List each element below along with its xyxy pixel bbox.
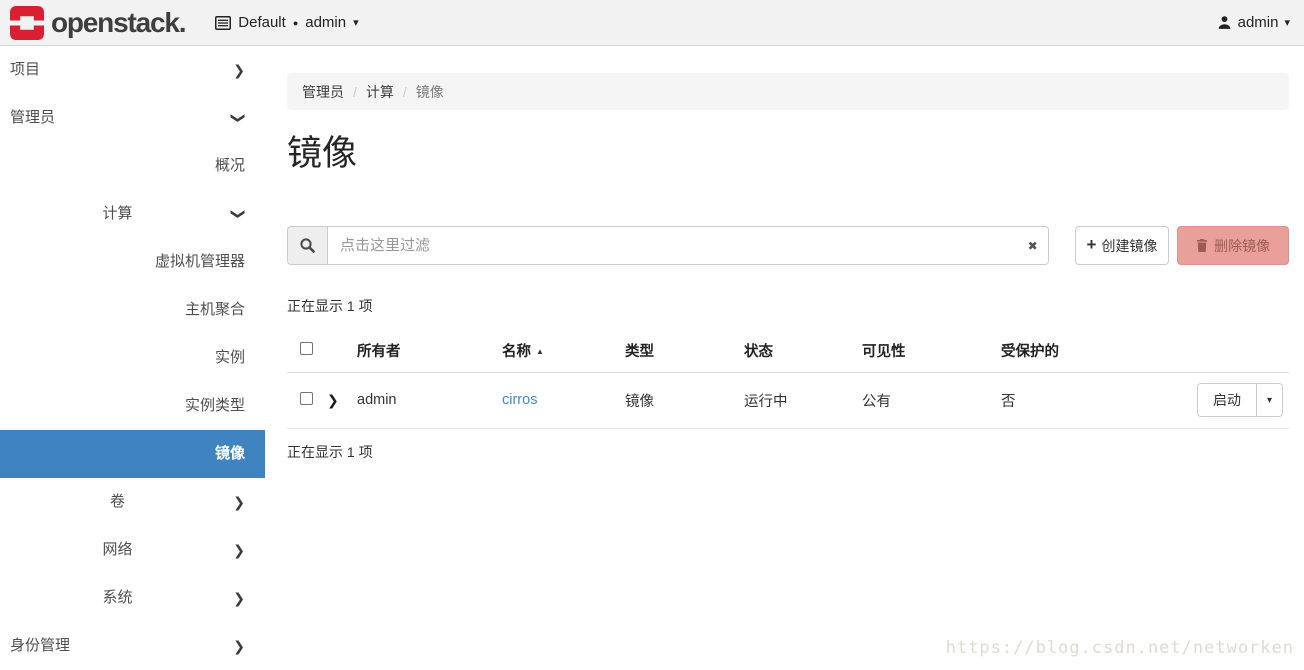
breadcrumb: 管理员 / 计算 / 镜像 [287,73,1289,110]
context-bullet: ● [293,18,298,28]
expand-column-header [327,329,357,372]
delete-image-button[interactable]: 删除镜像 [1177,226,1289,265]
item-count-top: 正在显示 1 项 [287,298,1289,315]
sidebar-item-label: 身份管理 [10,637,70,654]
search-icon-addon [287,226,328,265]
breadcrumb-separator: / [403,84,407,100]
sidebar-item-label: 计算 [102,205,132,222]
chevron-down-icon: ❯ [215,112,263,124]
clear-filter-icon[interactable]: ✖ [1028,239,1038,253]
image-name-link[interactable]: cirros [502,392,537,408]
chevron-right-icon: ❯ [233,46,245,94]
sidebar-item-host-aggregates[interactable]: 主机聚合 [0,286,265,334]
chevron-right-icon: ❯ [327,392,339,408]
cell-name: cirros [502,372,625,428]
delete-image-label: 删除镜像 [1214,236,1270,256]
sidebar-item-label: 系统 [102,589,132,606]
filter-input-group: ✖ [287,226,1049,265]
sidebar-item-label: 概况 [215,157,245,174]
cell-actions: 启动 ▾ [1171,372,1289,428]
row-action-menu-toggle[interactable]: ▾ [1256,384,1282,416]
sidebar-item-hypervisors[interactable]: 虚拟机管理器 [0,238,265,286]
domain-icon [215,16,231,30]
main-content: 管理员 / 计算 / 镜像 镜像 ✖ + 创建镜像 [287,46,1289,461]
top-navbar: openstack. Default ● admin ▾ admin ▾ [0,0,1304,46]
column-header-visibility[interactable]: 可见性 [862,329,1001,372]
row-action-split-button: 启动 ▾ [1197,383,1283,417]
trash-icon [1196,239,1208,252]
launch-button[interactable]: 启动 [1198,384,1256,416]
search-icon [299,237,316,254]
cell-status: 运行中 [744,372,862,428]
column-header-owner[interactable]: 所有者 [357,329,502,372]
actions-column-header [1171,329,1289,372]
openstack-logo[interactable]: openstack. [10,6,185,40]
column-header-type[interactable]: 类型 [625,329,744,372]
table-row: ❯ admin cirros 镜像 运行中 公有 否 启动 ▾ [287,372,1289,428]
sidebar-item-label: 项目 [10,61,40,78]
sidebar-item-flavors[interactable]: 实例类型 [0,382,265,430]
create-image-label: 创建镜像 [1101,236,1157,256]
sidebar-item-network[interactable]: 网络 ❯ [0,526,265,574]
sort-asc-icon: ▲ [536,347,544,356]
user-name: admin [1238,14,1279,31]
cell-type: 镜像 [625,372,744,428]
sidebar-item-admin[interactable]: 管理员 ❯ [0,94,265,142]
breadcrumb-images: 镜像 [416,82,444,102]
sidebar-item-label: 卷 [110,493,125,510]
item-count-bottom: 正在显示 1 项 [287,444,1289,461]
chevron-down-icon: ▾ [353,16,359,29]
sidebar-item-label: 镜像 [215,445,245,462]
chevron-right-icon: ❯ [233,526,245,574]
breadcrumb-compute[interactable]: 计算 [366,82,394,102]
column-header-protected[interactable]: 受保护的 [1001,329,1171,372]
chevron-down-icon: ▾ [1284,16,1290,29]
sidebar-item-project[interactable]: 项目 ❯ [0,46,265,94]
sidebar-item-label: 实例类型 [185,397,245,414]
sidebar-item-overview[interactable]: 概况 [0,142,265,190]
column-header-status[interactable]: 状态 [744,329,862,372]
sidebar-item-images[interactable]: 镜像 [0,430,265,478]
row-checkbox[interactable] [287,372,327,428]
column-header-name[interactable]: 名称▲ [502,329,625,372]
sidebar-item-compute[interactable]: 计算 ❯ [0,190,265,238]
cell-visibility: 公有 [862,372,1001,428]
filter-input[interactable] [328,226,1049,265]
table-header-row: 所有者 名称▲ 类型 状态 可见性 受保护的 [287,329,1289,372]
breadcrumb-separator: / [353,84,357,100]
sidebar-item-volumes[interactable]: 卷 ❯ [0,478,265,526]
create-image-button[interactable]: + 创建镜像 [1075,226,1170,265]
cell-owner: admin [357,372,502,428]
chevron-right-icon: ❯ [233,574,245,622]
cell-protected: 否 [1001,372,1171,428]
sidebar-item-instances[interactable]: 实例 [0,334,265,382]
sidebar-item-label: 虚拟机管理器 [155,253,245,270]
filter-toolbar: ✖ + 创建镜像 删除镜像 [287,226,1289,265]
watermark: https://blog.csdn.net/networken [946,638,1294,658]
context-switcher[interactable]: Default ● admin ▾ [215,14,358,31]
sidebar-item-label: 主机聚合 [185,301,245,318]
sidebar-item-system[interactable]: 系统 ❯ [0,574,265,622]
sidebar-item-label: 实例 [215,349,245,366]
context-project: admin [305,14,346,31]
row-expand-toggle[interactable]: ❯ [327,372,357,428]
chevron-down-icon: ▾ [1267,395,1272,406]
sidebar: 项目 ❯ 管理员 ❯ 概况 计算 ❯ 虚拟机管理器 主机聚合 实例 实例类型 镜… [0,46,265,663]
sidebar-item-label: 网络 [102,541,132,558]
context-domain: Default [238,14,286,31]
user-menu[interactable]: admin ▾ [1217,14,1290,31]
page-title: 镜像 [287,132,1289,176]
brand-wordmark: openstack. [51,7,185,39]
chevron-down-icon: ❯ [215,208,263,220]
sidebar-item-label: 管理员 [10,109,55,126]
plus-icon: + [1087,235,1097,255]
user-icon [1217,15,1232,30]
openstack-logo-icon [10,6,44,40]
chevron-right-icon: ❯ [233,478,245,526]
breadcrumb-admin[interactable]: 管理员 [302,82,344,102]
images-table: 所有者 名称▲ 类型 状态 可见性 受保护的 ❯ admin cirros 镜像… [287,329,1289,429]
select-all-checkbox[interactable] [287,329,327,372]
